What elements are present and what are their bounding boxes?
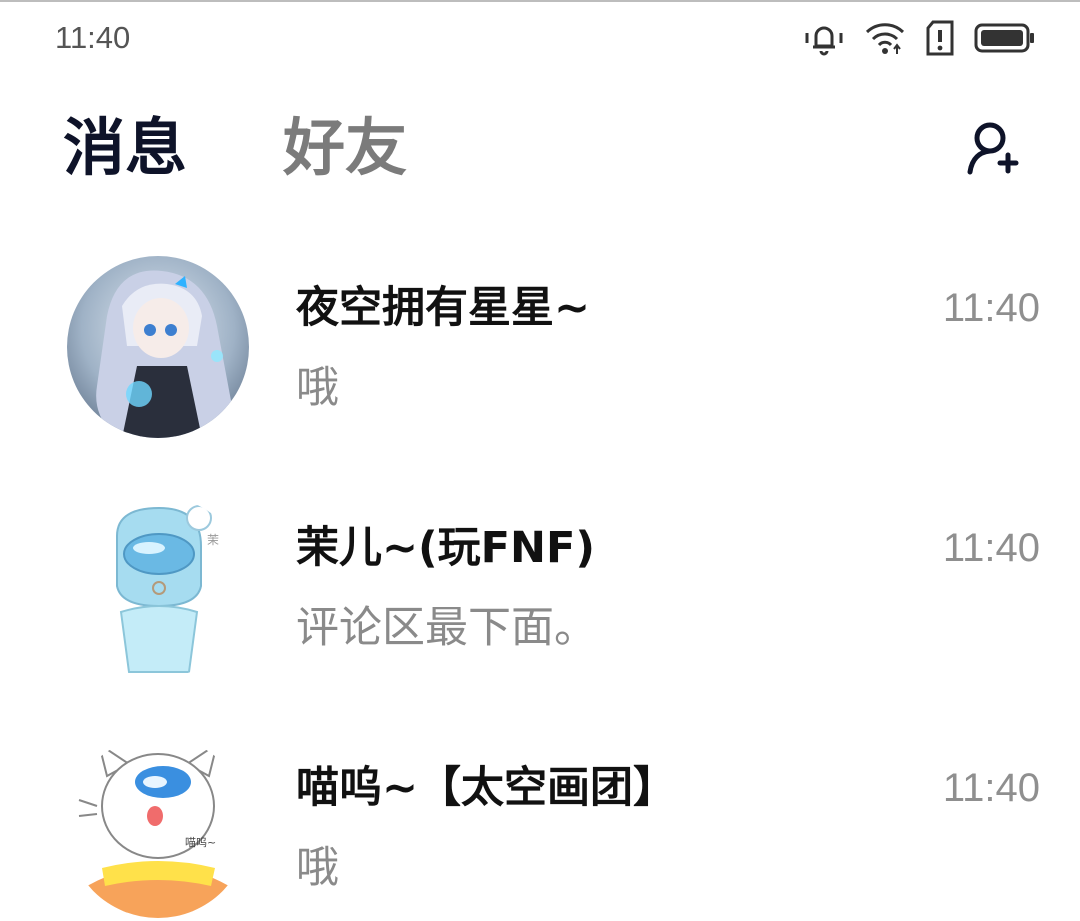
svg-text:喵呜~: 喵呜~ bbox=[185, 835, 216, 849]
conversation-preview: 哦 bbox=[296, 363, 339, 413]
sim-alert-icon bbox=[924, 18, 956, 58]
conversation-name: 喵呜~【太空画团】 bbox=[296, 763, 677, 813]
white-cat-avatar[interactable]: 喵呜~ bbox=[67, 736, 249, 918]
conversation-time: 11:40 bbox=[942, 766, 1040, 810]
conversation-name: 夜空拥有星星~ bbox=[296, 283, 591, 333]
tab-messages[interactable]: 消息 bbox=[63, 112, 187, 184]
wifi-icon bbox=[864, 18, 906, 58]
tab-friends[interactable]: 好友 bbox=[283, 112, 407, 184]
conversation-time: 11:40 bbox=[942, 286, 1040, 330]
conversation-item[interactable]: 喵呜~ 喵呜~【太空画团】 哦 11:40 bbox=[0, 722, 1080, 921]
conversation-list: 夜空拥有星星~ 哦 11:40 茉 茉儿~(玩FNF) 评论区最下面。 11:4… bbox=[0, 242, 1080, 921]
battery-icon bbox=[974, 22, 1036, 54]
conversation-item[interactable]: 夜空拥有星星~ 哦 11:40 bbox=[0, 242, 1080, 482]
conversation-preview: 哦 bbox=[296, 843, 339, 893]
messages-screen: 11:40 消息 好友 夜空拥有星星~ 哦 11:40 茉 茉儿~(玩FNF) … bbox=[0, 0, 1080, 921]
blue-crewmate-avatar[interactable]: 茉 bbox=[67, 496, 249, 678]
bell-vibrate-icon bbox=[802, 18, 846, 58]
conversation-item[interactable]: 茉 茉儿~(玩FNF) 评论区最下面。 11:40 bbox=[0, 482, 1080, 722]
add-user-icon bbox=[960, 122, 1028, 184]
status-bar: 11:40 bbox=[0, 2, 1080, 78]
status-icons bbox=[802, 18, 1036, 58]
conversation-name: 茉儿~(玩FNF) bbox=[296, 523, 596, 573]
add-friend-button[interactable] bbox=[960, 118, 1028, 180]
status-time: 11:40 bbox=[55, 20, 131, 55]
header: 消息 好友 bbox=[0, 102, 1080, 202]
conversation-preview: 评论区最下面。 bbox=[296, 603, 597, 653]
conversation-time: 11:40 bbox=[942, 526, 1040, 570]
anime-girl-avatar[interactable] bbox=[67, 256, 249, 438]
svg-text:茉: 茉 bbox=[207, 533, 219, 547]
